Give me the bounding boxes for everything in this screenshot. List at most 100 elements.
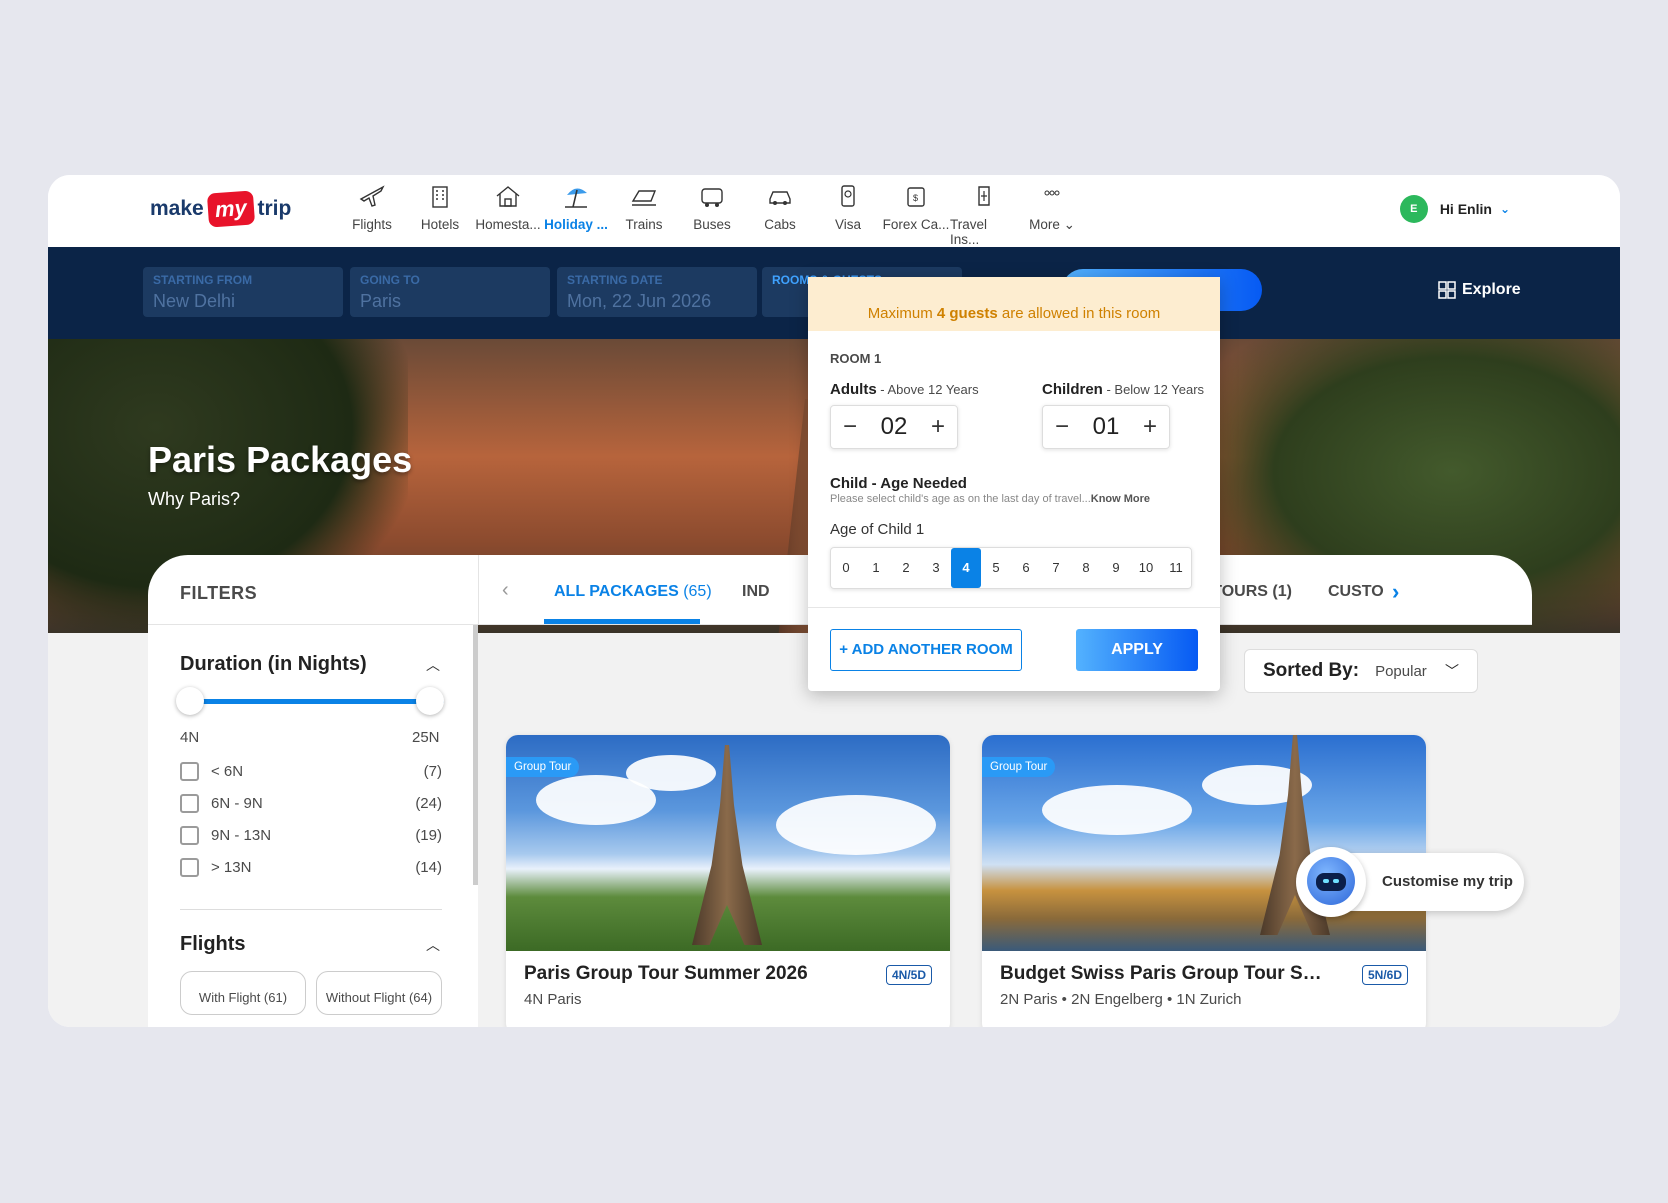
nav-label: Visa	[834, 217, 862, 232]
nav-item-more[interactable]: More ⌄	[1018, 181, 1086, 247]
logo-trip: trip	[257, 197, 292, 220]
user-menu[interactable]: E Hi Enlin ⌄	[1399, 195, 1510, 223]
chatbot-icon[interactable]	[1296, 847, 1366, 917]
room-label: ROOM 1	[830, 351, 882, 366]
nav-item-flights[interactable]: Flights	[338, 181, 406, 247]
age-option[interactable]: 3	[921, 548, 951, 588]
age-option[interactable]: 10	[1131, 548, 1161, 588]
plus-icon[interactable]: +	[1143, 413, 1157, 441]
logo-make: make	[150, 197, 204, 220]
apply-button[interactable]: APPLY	[1076, 629, 1198, 671]
package-title[interactable]: Budget Swiss Paris Group Tour Summ...	[1000, 963, 1330, 985]
train-icon	[631, 190, 657, 206]
why-paris-link[interactable]: Why Paris?	[148, 489, 240, 510]
package-title[interactable]: Paris Group Tour Summer 2026	[524, 963, 854, 985]
chevron-down-icon: ⌄	[1063, 217, 1075, 232]
duration-filter-title: Duration (in Nights)	[180, 653, 367, 675]
age-option[interactable]: 1	[861, 548, 891, 588]
sort-value: Popular	[1375, 662, 1427, 680]
minus-icon[interactable]: −	[1055, 413, 1069, 441]
starting-date-field[interactable]: STARTING DATE Mon, 22 Jun 2026	[557, 267, 757, 317]
option-label: 6N - 9N	[211, 794, 263, 812]
bot-eye	[1333, 879, 1339, 883]
chevron-right-icon[interactable]: ›	[1392, 579, 1399, 605]
more-dots-icon	[1044, 190, 1060, 196]
age-option[interactable]: 5	[981, 548, 1011, 588]
tab-custom[interactable]: CUSTO	[1328, 583, 1384, 601]
duration-option[interactable]: < 6N (7)	[180, 759, 442, 783]
children-stepper[interactable]: − 01 +	[1042, 405, 1170, 449]
duration-badge: 5N/6D	[1361, 965, 1408, 985]
nav-item-forex[interactable]: $ Forex Ca...	[882, 181, 950, 247]
without-flight-pill[interactable]: Without Flight (64)	[316, 971, 442, 1015]
sort-dropdown[interactable]: Sorted By: Popular ﹀	[1244, 649, 1478, 693]
age-option[interactable]: 8	[1071, 548, 1101, 588]
checkbox[interactable]	[180, 857, 199, 877]
chevron-up-icon[interactable]: ︿	[426, 655, 440, 675]
add-another-room-button[interactable]: + ADD ANOTHER ROOM	[830, 629, 1022, 671]
option-count: (7)	[423, 762, 442, 780]
nav-item-visa[interactable]: Visa	[814, 181, 882, 247]
age-option[interactable]: 0	[831, 548, 861, 588]
avatar: E	[1399, 195, 1428, 223]
nav-label: Flights	[352, 217, 392, 232]
sort-label: Sorted By:	[1263, 660, 1360, 681]
slider-min-label: 4N	[180, 729, 200, 746]
nav-item-holiday[interactable]: Holiday ...	[542, 181, 610, 247]
with-flight-pill[interactable]: With Flight (61)	[180, 971, 306, 1015]
explore-button[interactable]: Explore	[1438, 281, 1521, 299]
sidebar-scrollbar[interactable]	[473, 625, 478, 885]
nav-item-insurance[interactable]: Travel Ins...	[950, 181, 1018, 247]
option-count: (14)	[415, 858, 442, 876]
nav-items: Flights Hotels Homesta... Holiday ... Tr…	[338, 181, 1086, 247]
age-option-selected[interactable]: 4	[951, 548, 981, 588]
slider-min-handle[interactable]	[176, 687, 204, 715]
tab-all-packages[interactable]: ALL PACKAGES (65)	[554, 583, 712, 601]
nav-item-hotels[interactable]: Hotels	[406, 181, 474, 247]
makemytrip-logo[interactable]: make my trip	[150, 189, 291, 229]
checkbox[interactable]	[180, 825, 199, 845]
nav-item-trains[interactable]: Trains	[610, 181, 678, 247]
duration-option[interactable]: 6N - 9N (24)	[180, 791, 442, 815]
checkbox[interactable]	[180, 761, 199, 781]
child-age-heading: Child - Age Needed	[830, 475, 967, 492]
cloud	[626, 755, 716, 791]
going-to-field[interactable]: GOING TO Paris	[350, 267, 550, 317]
starting-from-field[interactable]: STARTING FROM New Delhi	[143, 267, 343, 317]
slider-max-handle[interactable]	[416, 687, 444, 715]
tab-ind[interactable]: IND	[742, 583, 770, 601]
plane-icon	[359, 185, 385, 207]
age-option[interactable]: 9	[1101, 548, 1131, 588]
age-option[interactable]: 7	[1041, 548, 1071, 588]
duration-option[interactable]: > 13N (14)	[180, 855, 442, 879]
nav-item-homestays[interactable]: Homesta...	[474, 181, 542, 247]
nav-label: Buses	[693, 217, 731, 232]
child-age-note: Please select child's age as on the last…	[830, 493, 1151, 505]
age-option[interactable]: 11	[1161, 548, 1191, 588]
nav-item-cabs[interactable]: Cabs	[746, 181, 814, 247]
checkbox[interactable]	[180, 793, 199, 813]
divider	[478, 555, 479, 625]
chevron-left-icon[interactable]: ‹	[502, 579, 509, 602]
adults-stepper[interactable]: − 02 +	[830, 405, 958, 449]
age-option[interactable]: 2	[891, 548, 921, 588]
max-guests-warning: Maximum 4 guests are allowed in this roo…	[808, 277, 1220, 331]
age-option[interactable]: 6	[1011, 548, 1041, 588]
age-selector[interactable]: 0 1 2 3 4 5 6 7 8 9 10 11	[830, 547, 1192, 589]
package-card[interactable]: Group Tour Paris Group Tour Summer 2026 …	[506, 735, 950, 1027]
customise-label: Customise my trip	[1382, 873, 1513, 890]
duration-slider-track[interactable]	[190, 699, 444, 704]
plus-icon[interactable]: +	[931, 413, 945, 441]
chevron-down-icon: ⌄	[1499, 202, 1510, 216]
minus-icon[interactable]: −	[843, 413, 857, 441]
logo-my: my	[206, 190, 255, 228]
bus-icon	[701, 188, 723, 207]
nav-item-buses[interactable]: Buses	[678, 181, 746, 247]
nav-label: Hotels	[420, 217, 460, 232]
chevron-up-icon[interactable]: ︿	[426, 935, 440, 955]
know-more-link[interactable]: Know More	[1091, 493, 1150, 505]
nav-label: More ⌄	[1029, 217, 1075, 232]
option-count: (19)	[415, 826, 442, 844]
children-count: 01	[1092, 413, 1120, 440]
duration-option[interactable]: 9N - 13N (19)	[180, 823, 442, 847]
